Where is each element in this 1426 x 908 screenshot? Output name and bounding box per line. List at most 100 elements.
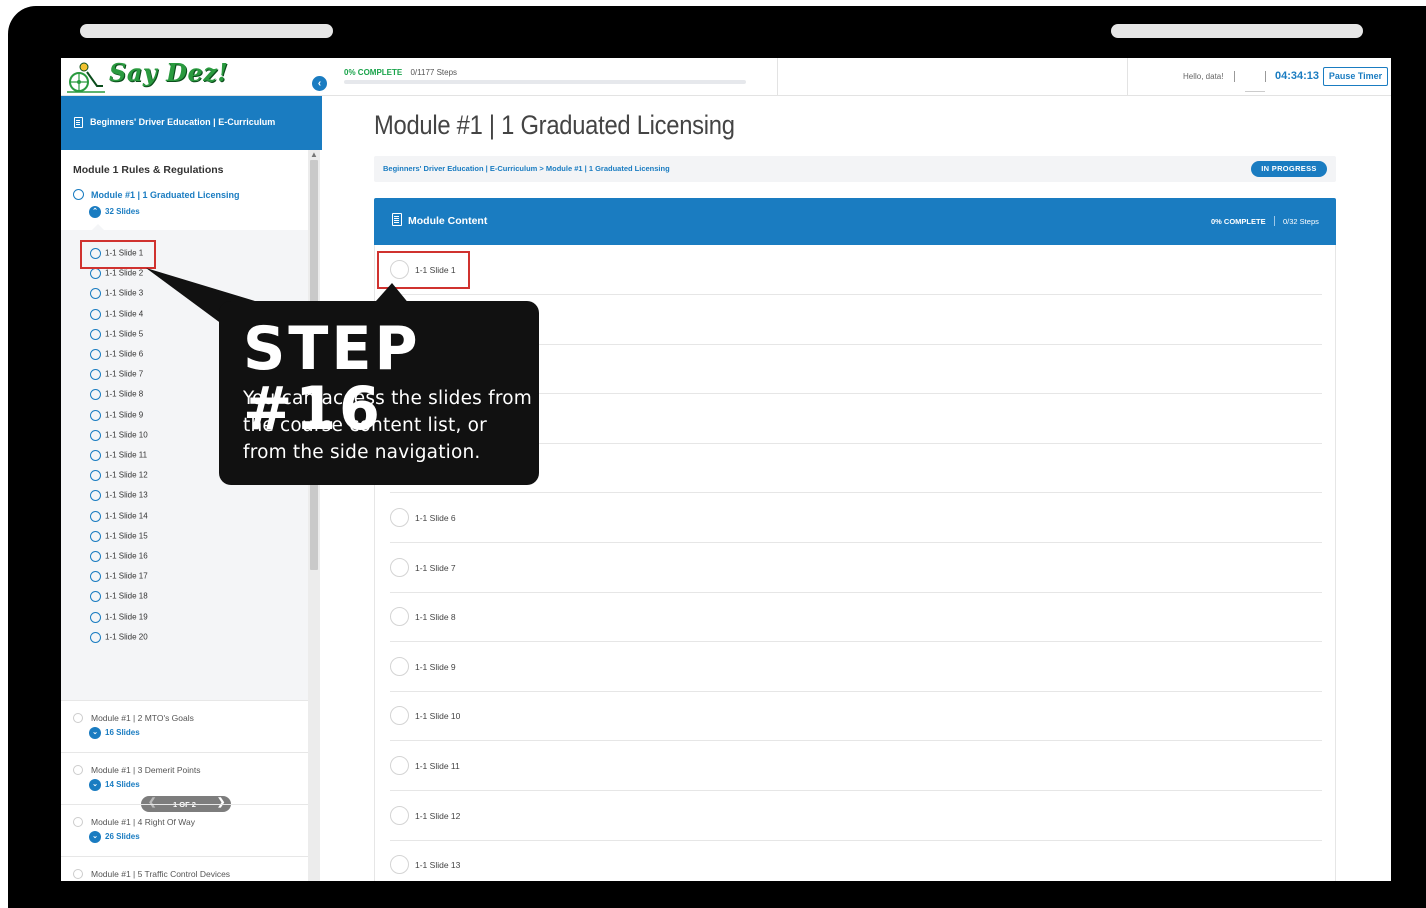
content-slide-label[interactable]: 1-1 Slide 9 bbox=[415, 662, 456, 672]
sidebar-slide-item[interactable]: 1-1 Slide 15 bbox=[90, 530, 148, 545]
content-slide-row[interactable]: 1-1 Slide 8 bbox=[390, 592, 1322, 643]
sidebar-module-item[interactable]: Module #1 | 2 MTO's Goals ⌄ 16 Slides bbox=[61, 700, 308, 752]
sidebar-slide-item[interactable]: 1-1 Slide 19 bbox=[90, 611, 148, 626]
slide-label[interactable]: 1-1 Slide 6 bbox=[105, 350, 143, 359]
slide-label[interactable]: 1-1 Slide 2 bbox=[105, 269, 143, 278]
module-name[interactable]: Module #1 | 5 Traffic Control Devices bbox=[91, 869, 230, 879]
status-circle-icon bbox=[90, 631, 101, 643]
sidebar-slide-item[interactable]: 1-1 Slide 17 bbox=[90, 571, 148, 585]
slide-label[interactable]: 1-1 Slide 8 bbox=[105, 390, 143, 399]
sidebar-slide-item[interactable]: 1-1 Slide 12 bbox=[90, 470, 148, 484]
status-circle-icon[interactable] bbox=[390, 607, 409, 627]
sidebar-slide-item[interactable]: 1-1 Slide 7 bbox=[90, 369, 143, 383]
slide-label[interactable]: 1-1 Slide 4 bbox=[105, 309, 143, 318]
slide-label[interactable]: 1-1 Slide 13 bbox=[105, 491, 148, 500]
sidebar-module-item[interactable]: Module #1 | 4 Right Of Way ⌄ 26 Slides bbox=[61, 804, 308, 856]
content-slide-label[interactable]: 1-1 Slide 6 bbox=[415, 513, 456, 523]
sidebar-slide-item[interactable]: 1-1 Slide 16 bbox=[90, 551, 148, 565]
status-circle-icon bbox=[90, 551, 101, 562]
sidebar-course-title: Beginners' Driver Education | E-Curricul… bbox=[90, 117, 276, 127]
slide-label[interactable]: 1-1 Slide 11 bbox=[105, 451, 147, 460]
sidebar-slide-item[interactable]: 1-1 Slide 6 bbox=[90, 349, 143, 363]
status-circle-icon bbox=[90, 571, 101, 583]
book-icon bbox=[392, 213, 402, 226]
slide-label[interactable]: 1-1 Slide 12 bbox=[105, 471, 148, 480]
sidebar-slide-item[interactable]: 1-1 Slide 13 bbox=[90, 490, 148, 504]
slide-label[interactable]: 1-1 Slide 15 bbox=[105, 531, 148, 540]
sidebar-slide-item[interactable]: 1-1 Slide 4 bbox=[90, 308, 143, 323]
content-slide-label[interactable]: 1-1 Slide 8 bbox=[415, 612, 456, 622]
sidebar-slide-item[interactable]: 1-1 Slide 18 bbox=[90, 591, 148, 605]
content-slide-row[interactable]: 1-1 Slide 13 bbox=[390, 840, 1322, 881]
status-circle-icon[interactable] bbox=[390, 656, 409, 676]
pause-timer-button[interactable]: Pause Timer bbox=[1323, 67, 1388, 86]
content-slide-row[interactable]: 1-1 Slide 9 bbox=[390, 642, 1322, 692]
status-circle-icon[interactable] bbox=[390, 855, 409, 875]
sidebar-slide-item[interactable]: 1-1 Slide 3 bbox=[90, 288, 143, 302]
content-slide-row[interactable]: 1-1 Slide 11 bbox=[390, 741, 1322, 791]
module-name[interactable]: Module #1 | 2 MTO's Goals bbox=[91, 713, 194, 723]
highlight-box-sidebar-slide bbox=[80, 240, 156, 269]
slide-label[interactable]: 1-1 Slide 7 bbox=[105, 370, 143, 379]
sidebar-scrollbar[interactable]: ▲ bbox=[308, 150, 320, 881]
content-slide-row[interactable]: 1-1 Slide 1 bbox=[390, 245, 1322, 295]
slide-label[interactable]: 1-1 Slide 20 bbox=[105, 632, 148, 641]
sidebar-slide-item[interactable]: 1-1 Slide 5 bbox=[90, 328, 143, 343]
status-circle-icon bbox=[90, 591, 101, 603]
content-slide-label[interactable]: 1-1 Slide 11 bbox=[415, 761, 460, 771]
sidebar-slide-item[interactable]: 1-1 Slide 9 bbox=[90, 409, 143, 424]
user-avatar[interactable] bbox=[1245, 64, 1265, 92]
slides-toggle[interactable]: ⌄ 14 Slides bbox=[89, 779, 140, 791]
status-circle-icon[interactable] bbox=[390, 756, 409, 775]
slide-label[interactable]: 1-1 Slide 14 bbox=[105, 511, 148, 520]
sidebar-module-item[interactable]: Module #1 | 5 Traffic Control Devices bbox=[61, 856, 308, 881]
slide-label[interactable]: 1-1 Slide 10 bbox=[105, 430, 148, 439]
status-circle-icon[interactable] bbox=[390, 508, 409, 527]
module-name[interactable]: Module #1 | 4 Right Of Way bbox=[91, 817, 195, 827]
slide-label[interactable]: 1-1 Slide 18 bbox=[105, 592, 148, 601]
chevron-down-icon: ⌄ bbox=[89, 779, 101, 791]
slides-count: 16 Slides bbox=[105, 728, 140, 738]
status-circle-icon[interactable] bbox=[390, 805, 409, 825]
status-circle-icon[interactable] bbox=[390, 706, 409, 726]
sidebar-slide-item[interactable]: 1-1 Slide 2 bbox=[90, 268, 143, 282]
breadcrumb-link[interactable]: Beginners' Driver Education | E-Curricul… bbox=[383, 164, 670, 173]
logo[interactable]: Say Dez! bbox=[65, 58, 245, 94]
sidebar-slide-item[interactable]: 1-1 Slide 11 bbox=[90, 450, 147, 464]
sidebar-module-item[interactable]: Module #1 | 3 Demerit Points ⌄ 14 Slides bbox=[61, 752, 308, 804]
current-module-name[interactable]: Module #1 | 1 Graduated Licensing bbox=[91, 190, 240, 200]
slide-label[interactable]: 1-1 Slide 19 bbox=[105, 612, 148, 621]
slides-count: 26 Slides bbox=[105, 832, 140, 842]
sidebar-slide-item[interactable]: 1-1 Slide 14 bbox=[90, 510, 148, 525]
sidebar-slide-item[interactable]: 1-1 Slide 8 bbox=[90, 389, 143, 403]
status-circle-icon bbox=[73, 869, 83, 879]
slides-toggle[interactable]: ⌄ 26 Slides bbox=[89, 831, 140, 843]
content-slide-label[interactable]: 1-1 Slide 10 bbox=[415, 711, 460, 721]
slides-toggle[interactable]: ⌄ 16 Slides bbox=[89, 727, 140, 739]
content-slide-label[interactable]: 1-1 Slide 7 bbox=[415, 563, 456, 573]
content-slide-label[interactable]: 1-1 Slide 13 bbox=[415, 860, 460, 870]
status-circle-icon bbox=[90, 268, 101, 280]
sidebar-slide-item[interactable]: 1-1 Slide 20 bbox=[90, 631, 148, 646]
sidebar-collapse-button[interactable]: ‹ bbox=[311, 75, 328, 92]
scroll-up-icon[interactable]: ▲ bbox=[310, 150, 318, 159]
slides-toggle[interactable]: ⌃ 32 Slides bbox=[89, 206, 140, 218]
status-circle-icon bbox=[90, 450, 101, 461]
slide-label[interactable]: 1-1 Slide 16 bbox=[105, 552, 148, 561]
status-circle-icon[interactable] bbox=[390, 557, 409, 577]
slide-label[interactable]: 1-1 Slide 9 bbox=[105, 410, 143, 419]
status-circle-icon bbox=[90, 349, 101, 360]
content-slide-row[interactable]: 1-1 Slide 12 bbox=[390, 791, 1322, 841]
content-slide-label[interactable]: 1-1 Slide 12 bbox=[415, 811, 460, 821]
module-name[interactable]: Module #1 | 3 Demerit Points bbox=[91, 765, 200, 775]
content-slide-row[interactable]: 1-1 Slide 7 bbox=[390, 543, 1322, 593]
slide-label[interactable]: 1-1 Slide 17 bbox=[105, 572, 148, 581]
sidebar-slide-item[interactable]: 1-1 Slide 10 bbox=[90, 429, 148, 444]
slide-label[interactable]: 1-1 Slide 3 bbox=[105, 289, 143, 298]
content-slide-row[interactable]: 1-1 Slide 6 bbox=[390, 493, 1322, 543]
content-slide-row[interactable]: 1-1 Slide 10 bbox=[390, 691, 1322, 742]
slide-label[interactable]: 1-1 Slide 5 bbox=[105, 329, 143, 338]
step-callout: STEP #16 You can access the slides from … bbox=[219, 301, 539, 485]
sidebar-course-header[interactable]: Beginners' Driver Education | E-Curricul… bbox=[61, 96, 322, 150]
course-progress: 0% COMPLETE 0/1177 Steps bbox=[344, 68, 457, 77]
